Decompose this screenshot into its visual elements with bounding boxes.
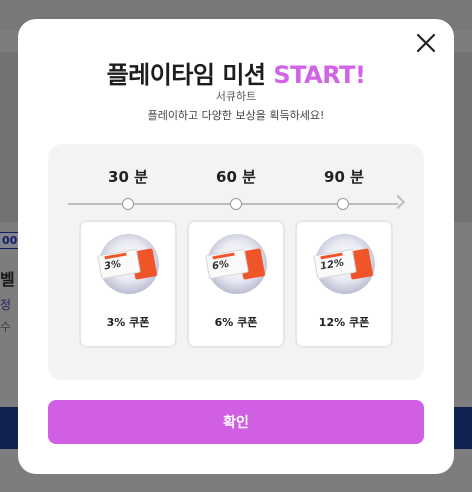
title-main: 플레이타임 미션 xyxy=(106,61,266,89)
playtime-mission-modal: 플레이타임 미션 START! 서큐하트 플레이하고 다양한 보상을 획득하세요… xyxy=(18,19,454,474)
milestone-time: 60 분 xyxy=(216,168,256,186)
coupon-percent: 3% xyxy=(103,258,122,273)
reward-label: 6% 쿠폰 xyxy=(214,316,258,329)
reward-label: 12% 쿠폰 xyxy=(318,316,370,329)
coupon-percent: 12% xyxy=(319,257,345,273)
coupon-icon: 6% xyxy=(205,248,266,280)
reward-card: 12% 12% 쿠폰 xyxy=(295,220,393,348)
modal-title: 플레이타임 미션 START! xyxy=(18,55,454,90)
milestone-time: 30 분 xyxy=(108,168,148,186)
reward-label: 3% 쿠폰 xyxy=(106,316,150,329)
milestone-node xyxy=(122,198,134,210)
milestone-node xyxy=(337,198,349,210)
modal-description: 플레이하고 다양한 보상을 획득하세요! xyxy=(147,109,325,122)
milestone-node xyxy=(230,198,242,210)
arrow-right-icon xyxy=(390,194,406,210)
title-accent: START! xyxy=(273,61,366,89)
modal-subtitle: 서큐하트 xyxy=(215,90,257,103)
mission-timeline: 30 분 60 분 90 분 3% 3% 쿠폰 6% 6% 쿠폰 12% 12%… xyxy=(48,144,424,380)
reward-card: 3% 3% 쿠폰 xyxy=(79,220,177,348)
milestone-time: 90 분 xyxy=(324,168,364,186)
close-button[interactable] xyxy=(414,31,438,55)
close-icon xyxy=(416,33,436,53)
coupon-icon: 12% xyxy=(313,248,374,280)
confirm-button[interactable]: 확인 xyxy=(48,400,424,444)
coupon-percent: 6% xyxy=(211,258,230,273)
reward-card: 6% 6% 쿠폰 xyxy=(187,220,285,348)
coupon-icon: 3% xyxy=(97,248,158,280)
